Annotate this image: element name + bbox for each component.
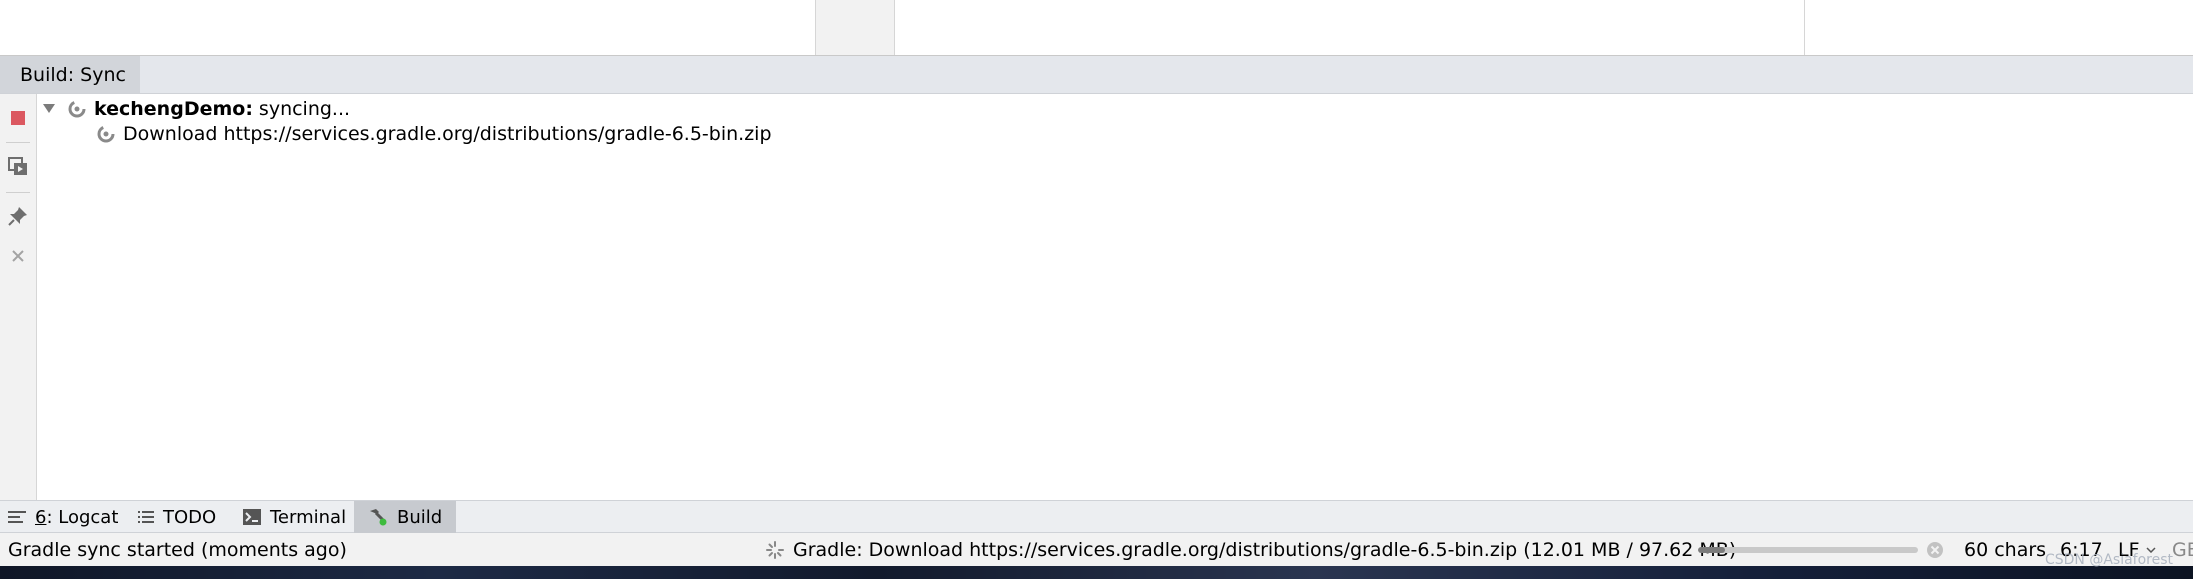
- todo-list-icon: [138, 511, 154, 523]
- sync-spinner-icon: [68, 100, 86, 117]
- project-name: kechengDemo:: [94, 97, 253, 120]
- close-button[interactable]: [4, 242, 32, 270]
- tab-logcat[interactable]: 6 : Logcat: [0, 501, 126, 533]
- tool-window-header: Build: Sync: [0, 56, 2193, 94]
- download-label: Download https://services.gradle.org/dis…: [123, 122, 772, 145]
- loading-spinner-icon: [766, 540, 784, 559]
- status-bar: Gradle sync started (moments ago) Gradle…: [0, 533, 2193, 566]
- tree-row-download[interactable]: Download https://services.gradle.org/dis…: [97, 121, 772, 146]
- cancel-task-button[interactable]: [1926, 533, 1944, 566]
- terminal-label: Terminal: [270, 506, 347, 528]
- editor-area: [0, 0, 2193, 56]
- logcat-icon: [8, 511, 26, 523]
- tab-todo[interactable]: TODO: [130, 501, 224, 533]
- toolbar-separator: [6, 192, 30, 193]
- tab-terminal[interactable]: Terminal: [235, 501, 354, 533]
- build-output-tree: kechengDemo: syncing... Download https:/…: [37, 94, 2193, 500]
- close-icon: [12, 250, 24, 262]
- pin-icon: [8, 207, 27, 226]
- toolbar-separator: [6, 142, 30, 143]
- editor-gutter: [815, 0, 895, 55]
- cancel-circle-icon: [1927, 541, 1943, 558]
- download-spinner-icon: [97, 125, 115, 142]
- background-task[interactable]: Gradle: Download https://services.gradle…: [766, 533, 1736, 566]
- logcat-number: 6: [35, 506, 47, 528]
- hammer-icon: [370, 509, 387, 526]
- desktop-background: [0, 566, 2193, 579]
- tab-build-sync[interactable]: Build: Sync: [0, 56, 140, 93]
- editor-divider: [1804, 0, 1805, 55]
- file-encoding[interactable]: GB: [2172, 533, 2193, 566]
- status-message[interactable]: Gradle sync started (moments ago): [8, 533, 347, 566]
- char-count[interactable]: 60 chars: [1964, 533, 2046, 566]
- download-progress-fill: [1698, 547, 1726, 553]
- restore-layout-icon: [8, 157, 27, 175]
- tab-build[interactable]: Build: [354, 501, 457, 533]
- tree-row-root[interactable]: kechengDemo: syncing...: [42, 96, 350, 121]
- build-toolbar: [0, 94, 37, 500]
- stop-button[interactable]: [4, 104, 32, 132]
- watermark: CSDN @Asiaforest: [2044, 552, 2173, 568]
- tool-window-bar: 6 : Logcat TODO Terminal Build: [0, 500, 2193, 533]
- todo-label: TODO: [163, 506, 217, 528]
- restore-layout-button[interactable]: [4, 153, 32, 181]
- stop-icon: [11, 111, 25, 125]
- pin-button[interactable]: [4, 202, 32, 230]
- expand-arrow-icon[interactable]: [42, 102, 56, 116]
- build-label: Build: [397, 506, 443, 528]
- download-progress-bar: [1698, 547, 1918, 553]
- terminal-icon: [243, 509, 261, 525]
- sync-status: syncing...: [258, 97, 351, 120]
- logcat-label: : Logcat: [46, 506, 119, 528]
- progress-text: Gradle: Download https://services.gradle…: [793, 538, 1737, 561]
